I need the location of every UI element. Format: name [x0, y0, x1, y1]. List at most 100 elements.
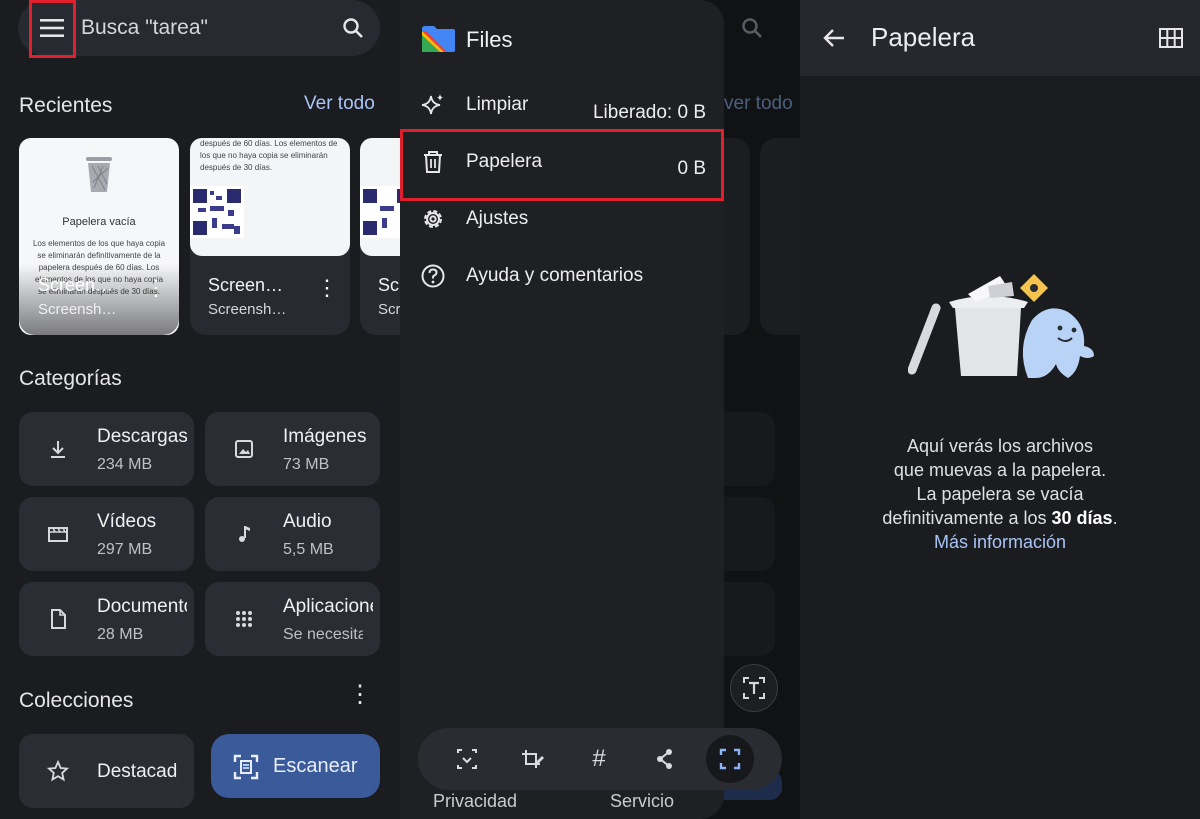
music-note-icon — [239, 526, 250, 542]
thumb-heading: Papelera vacía — [62, 216, 136, 228]
scan-fab-button[interactable]: Escanear — [211, 734, 380, 798]
file-thumbnail — [360, 138, 400, 256]
card-title: Sc — [378, 275, 400, 295]
collection-favorites[interactable]: Destacados — [19, 734, 194, 808]
card-subtitle: Screensh… — [38, 301, 117, 318]
category-images[interactable]: Imágenes 73 MB — [205, 412, 380, 486]
shield-check-icon[interactable] — [450, 742, 484, 776]
empty-line: La papelera se vacía — [916, 484, 1084, 504]
collection-name: Destacados — [97, 761, 177, 782]
category-name: Vídeos — [97, 511, 157, 532]
empty-state-message: Aquí verás los archivos que muevas a la … — [800, 434, 1200, 554]
privacy-link[interactable]: Privacidad — [433, 791, 517, 812]
category-size: 234 MB — [97, 456, 153, 473]
category-name: Documentos — [97, 596, 187, 617]
recent-file-card[interactable]: después de 60 días. Los elementos de los… — [190, 138, 350, 335]
category-size: 5,5 MB — [283, 541, 334, 558]
search-icon[interactable] — [341, 16, 365, 40]
qr-code-image — [190, 186, 244, 238]
category-documents[interactable]: Documentos 28 MB — [19, 582, 194, 656]
apps-grid-icon — [236, 611, 252, 627]
hashtag-icon[interactable]: # — [582, 742, 616, 776]
navigation-drawer: Files Limpiar Liberado: 0 B Papelera 0 B… — [400, 0, 724, 819]
empty-line-text: . — [1112, 508, 1118, 528]
more-options-icon[interactable]: ⋮ — [145, 277, 167, 299]
category-name: Imágenes — [283, 426, 367, 447]
scan-label: Escanear — [273, 755, 358, 777]
categories-section-title: Categorías — [19, 367, 122, 390]
qr-code-image — [360, 186, 400, 238]
category-name: Descargas — [97, 426, 187, 447]
category-apps[interactable]: Aplicaciones Se necesita — [205, 582, 380, 656]
text-scan-icon — [743, 677, 765, 699]
menu-item-clean[interactable]: Limpiar Liberado: 0 B — [400, 78, 724, 134]
document-icon — [51, 609, 66, 629]
gear-icon — [424, 210, 442, 228]
empty-line: que muevas a la papelera. — [893, 460, 1107, 480]
image-icon — [235, 440, 253, 458]
card-subtitle: Screensh… — [208, 301, 287, 318]
category-size: Se necesita — [283, 626, 363, 643]
menu-icon[interactable] — [40, 18, 64, 38]
more-info-link[interactable]: Más información — [800, 530, 1200, 554]
thumb-text: después de 60 días. Los elementos de los… — [200, 139, 338, 172]
days-count: 30 días — [1051, 508, 1113, 528]
category-name: Aplicaciones — [283, 596, 373, 617]
text-recognition-button[interactable] — [730, 664, 778, 712]
trash-can-icon — [86, 157, 112, 192]
sparkle-icon — [421, 94, 443, 115]
files-home-panel: Busca "tarea" Recientes Ver todo Papeler… — [0, 0, 400, 819]
scan-document-icon — [233, 754, 259, 780]
dimmed-card — [760, 138, 800, 335]
category-audio[interactable]: Audio 5,5 MB — [205, 497, 380, 571]
see-all-link[interactable]: Ver todo — [304, 93, 375, 115]
scan-frame-icon — [719, 748, 741, 770]
back-arrow-icon[interactable] — [822, 27, 846, 49]
category-downloads[interactable]: Descargas 234 MB — [19, 412, 194, 486]
service-link[interactable]: Servicio — [610, 791, 674, 812]
category-size: 73 MB — [283, 456, 330, 473]
empty-line: definitivamente a los 30 días. — [800, 506, 1200, 530]
menu-item-help[interactable]: Ayuda y comentarios — [400, 249, 724, 305]
category-size: 28 MB — [97, 626, 144, 643]
recent-file-card[interactable]: Papelera vacía Los elementos de los que … — [19, 138, 179, 335]
card-subtitle: Scr — [378, 301, 400, 318]
highlight-box — [400, 129, 724, 201]
recent-file-card[interactable]: Sc Scr — [360, 138, 400, 335]
more-options-icon[interactable]: ⋮ — [348, 680, 372, 710]
trash-screen-panel: Papelera Aquí verás los archivos que mue… — [800, 0, 1200, 819]
category-name: Audio — [283, 511, 332, 532]
top-app-bar — [800, 0, 1200, 76]
download-icon — [51, 441, 65, 458]
search-input[interactable]: Busca "tarea" — [81, 16, 208, 40]
file-thumbnail: después de 60 días. Los elementos de los… — [190, 138, 350, 256]
empty-line: Aquí verás los archivos — [906, 436, 1094, 456]
video-icon — [48, 527, 68, 542]
share-icon[interactable] — [648, 742, 682, 776]
app-title: Files — [466, 27, 513, 52]
empty-trash-illustration — [908, 274, 1094, 378]
page-title: Papelera — [871, 22, 976, 52]
card-title: Screen… — [208, 275, 284, 295]
category-videos[interactable]: Vídeos 297 MB — [19, 497, 194, 571]
files-app-logo — [422, 26, 455, 52]
bottom-action-bar: # — [418, 728, 782, 790]
card-title: Screen… — [38, 275, 114, 295]
menu-item-settings[interactable]: Ajustes — [400, 192, 724, 248]
see-all-link: ver todo — [724, 93, 793, 114]
category-size: 297 MB — [97, 541, 153, 558]
scan-mode-button[interactable] — [706, 735, 754, 783]
menu-item-label: Ajustes — [466, 208, 529, 229]
help-icon — [421, 264, 445, 288]
collections-section-title: Colecciones — [19, 689, 134, 712]
empty-line-text: definitivamente a los — [882, 508, 1052, 528]
menu-item-label: Limpiar — [466, 94, 529, 115]
recent-section-title: Recientes — [19, 94, 113, 117]
more-options-icon[interactable]: ⋮ — [316, 277, 338, 299]
edit-crop-icon[interactable] — [516, 742, 550, 776]
grid-view-icon[interactable] — [1159, 28, 1183, 48]
menu-item-value: Liberado: 0 B — [592, 102, 706, 123]
menu-item-label: Ayuda y comentarios — [466, 265, 644, 286]
search-icon — [742, 18, 762, 38]
star-icon — [47, 760, 69, 782]
